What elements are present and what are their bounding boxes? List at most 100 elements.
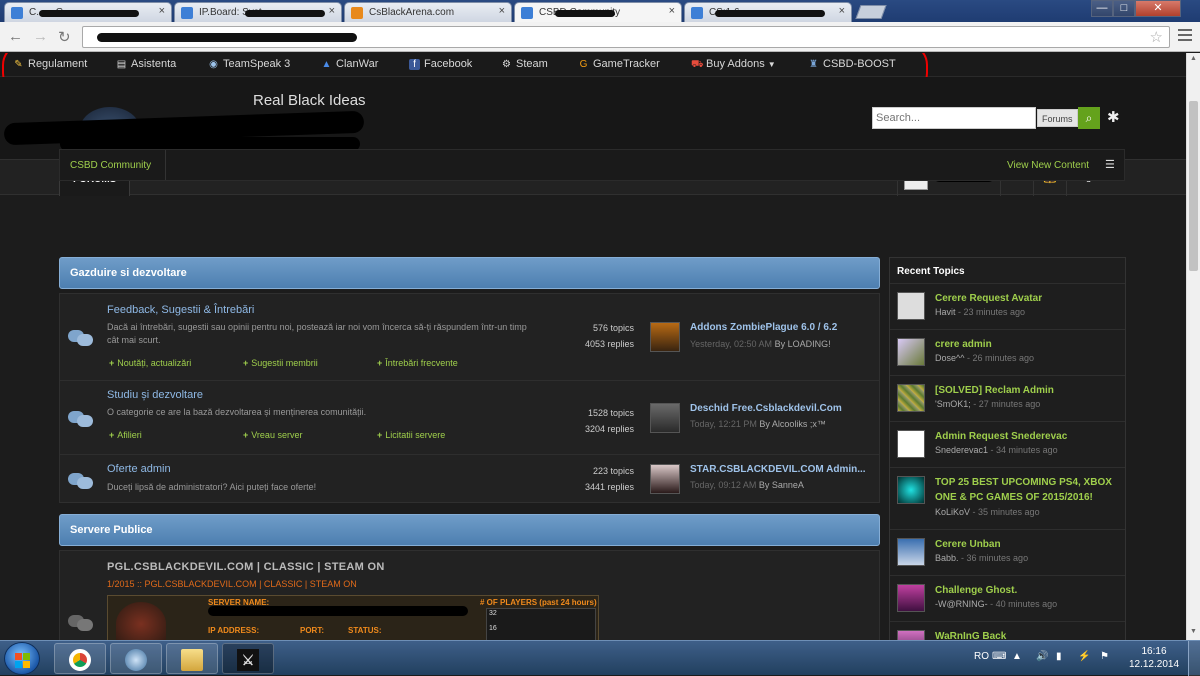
forum-bubble-icon [68,611,94,633]
browser-tab[interactable]: CS:1.6 ... ... × [684,2,852,22]
bookmark-star-icon[interactable]: ☆ [1150,28,1163,46]
taskbar-teamspeak[interactable] [110,643,162,674]
language-indicator[interactable]: RO [974,651,989,662]
forward-arrow-icon[interactable]: → [33,28,48,45]
taskbar-counter-strike[interactable]: ⚔ [222,643,274,674]
avatar[interactable] [897,584,925,612]
volume-icon[interactable]: 🔊 [1036,651,1048,662]
graph-tick: 16 [489,625,497,632]
list-item: WaRnInG Back [890,622,1125,640]
last-post-avatar[interactable] [650,464,680,494]
last-post-title[interactable]: Deschid Free.Csblackdevil.Com [690,403,842,414]
taskbar-chrome[interactable] [54,643,106,674]
view-new-content-link[interactable]: View New Content [1007,160,1089,171]
topic-title[interactable]: Admin Request Snederevac [935,429,1120,444]
topic-meta: KoLiKoV - 35 minutes ago [935,507,1040,517]
breadcrumb-home[interactable]: CSBD Community [70,160,151,171]
subforum-link[interactable]: + Noutăți, actualizări [109,358,191,368]
maximize-button[interactable]: □ [1113,0,1135,17]
avatar[interactable] [897,476,925,504]
page-scrollbar[interactable]: ▲ ▼ [1186,53,1200,640]
back-arrow-icon[interactable]: ← [8,28,23,45]
search-input[interactable] [873,108,1023,128]
list-icon[interactable]: ☰ [1105,158,1115,171]
search-icon[interactable]: ⌕ [1078,107,1100,129]
avatar[interactable] [897,292,925,320]
close-icon[interactable]: × [499,5,505,17]
avatar[interactable] [897,338,925,366]
minimize-button[interactable]: — [1091,0,1113,17]
browser-tab[interactable]: CsBlackArena.com × [344,2,512,22]
server-subtitle: 1/2015 :: PGL.CSBLACKDEVIL.COM | CLASSIC… [107,579,357,589]
banner-label: PORT: [300,626,324,635]
subforum-link[interactable]: + Vreau server [243,430,302,440]
category-header[interactable]: Gazduire si dezvoltare [59,257,880,289]
subforum-link[interactable]: + Întrebări frecvente [377,358,458,368]
last-post-title[interactable]: STAR.CSBLACKDEVIL.COM Admin... [690,464,866,475]
address-bar[interactable]: ☆ [82,26,1170,48]
last-post-title[interactable]: Addons ZombiePlague 6.0 / 6.2 [690,322,837,333]
network-icon[interactable]: ▮ [1056,651,1062,662]
scrollbar-thumb[interactable] [1189,101,1198,271]
taskbar-explorer[interactable] [166,643,218,674]
site-favicon [521,7,533,19]
subforum-link[interactable]: + Sugestii membrii [243,358,318,368]
last-post-avatar[interactable] [650,403,680,433]
close-icon[interactable]: × [159,5,165,17]
forum-stats: 223 topics 3441 replies [584,466,634,492]
topic-title[interactable]: WaRnInG Back [935,629,1120,640]
forum-title[interactable]: Oferte admin [107,463,171,475]
topic-title[interactable]: Challenge Ghost. [935,583,1120,598]
forum-title[interactable]: Feedback, Sugestii & Întrebări [107,304,254,316]
browser-tab-active[interactable]: CSBD Community × [514,2,682,22]
browser-tab[interactable]: C... ...G... × [4,2,172,22]
broken-image-icon[interactable] [897,430,925,458]
gear-icon[interactable]: ✱ [1107,108,1120,126]
chrome-menu-icon[interactable] [1178,29,1192,44]
redaction-mark [39,10,139,17]
category-header[interactable]: Servere Publice [59,514,880,546]
avatar[interactable] [897,538,925,566]
browser-toolbar: ← → ↻ ☆ [0,22,1200,52]
close-window-button[interactable]: ✕ [1135,0,1181,17]
close-icon[interactable]: × [329,5,335,17]
show-desktop-button[interactable] [1188,641,1200,676]
server-title[interactable]: PGL.CSBLACKDEVIL.COM | CLASSIC | STEAM O… [107,561,385,573]
close-icon[interactable]: × [669,5,675,17]
topic-meta: Dose^^ - 26 minutes ago [935,353,1035,363]
new-tab-button[interactable] [855,5,887,19]
topic-title[interactable]: Cerere Request Avatar [935,291,1120,306]
topic-title[interactable]: crere admin [935,337,1120,352]
forum-title[interactable]: Studiu și dezvoltare [107,389,203,401]
close-icon[interactable]: × [839,5,845,17]
subforum-link[interactable]: + Afilieri [109,430,142,440]
windows-start-button[interactable] [4,642,40,675]
server-banner[interactable]: SERVER NAME: # OF PLAYERS (past 24 hours… [107,595,599,640]
taskbar-clock[interactable]: 16:16 12.12.2014 [1124,645,1184,671]
list-item: Challenge Ghost. -W@RNING- - 40 minutes … [890,576,1125,622]
search-scope-button[interactable]: Forums [1037,109,1078,127]
avatar[interactable] [897,384,925,412]
tray-expand-icon[interactable]: ▲ [1012,651,1022,662]
keyboard-icon[interactable]: ⌨ [992,651,1006,662]
clock-date: 12.12.2014 [1128,659,1180,670]
browser-tab[interactable]: IP.Board: Syst... × [174,2,342,22]
redaction-mark [97,33,357,42]
action-center-icon[interactable]: ⚑ [1100,651,1109,662]
subforum-link[interactable]: + Licitatii servere [377,430,445,440]
forum-row: Feedback, Sugestii & Întrebări Dacă ai î… [60,294,879,381]
power-icon[interactable]: ⚡ [1078,651,1090,662]
forum-stats: 1528 topics 3204 replies [584,408,634,434]
last-post-avatar[interactable] [650,322,680,352]
topic-title[interactable]: TOP 25 BEST UPCOMING PS4, XBOX ONE & PC … [935,475,1120,505]
scroll-up-icon[interactable]: ▲ [1190,55,1197,62]
topic-title[interactable]: Cerere Unban [935,537,1120,552]
list-item: Cerere Unban Babb. - 36 minutes ago [890,530,1125,576]
forum-list: Feedback, Sugestii & Întrebări Dacă ai î… [59,293,880,503]
forum-description: O categorie ce are la bază dezvoltarea ș… [107,407,367,417]
topic-title[interactable]: [SOLVED] Reclam Admin [935,383,1120,398]
reload-icon[interactable]: ↻ [58,28,71,46]
scroll-down-icon[interactable]: ▼ [1190,628,1197,635]
list-item: crere admin Dose^^ - 26 minutes ago [890,330,1125,376]
avatar[interactable] [897,630,925,640]
